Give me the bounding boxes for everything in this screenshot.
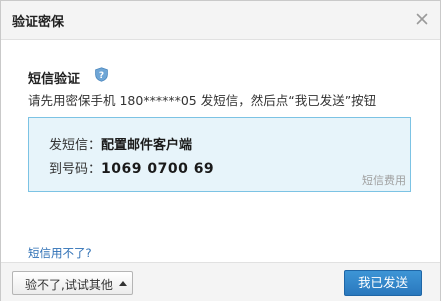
svg-text:?: ? xyxy=(99,71,104,81)
sms-content-value: 配置邮件客户端 xyxy=(101,138,193,153)
sms-number-value: 1069 0700 69 xyxy=(101,161,215,177)
sms-number-label: 到号码： xyxy=(49,162,102,177)
dialog-titlebar: 验证密保 xyxy=(1,1,440,40)
sms-info-box: 发短信：配置邮件客户端 到号码：1069 0700 69 短信费用 xyxy=(28,117,411,192)
sms-number-row: 到号码：1069 0700 69 xyxy=(49,158,214,177)
sms-content-row: 发短信：配置邮件客户端 xyxy=(49,134,192,153)
sms-verification-title: 短信验证 xyxy=(28,72,81,87)
question-shield-icon[interactable]: ? xyxy=(94,67,109,82)
sms-unavailable-link[interactable]: 短信用不了? xyxy=(28,245,92,261)
dialog-footer: 验不了,试试其他 我已发送 xyxy=(1,262,440,301)
sent-button[interactable]: 我已发送 xyxy=(344,270,422,296)
other-methods-button[interactable]: 验不了,试试其他 xyxy=(12,271,133,295)
instruction-text: 请先用密保手机 180******05 发短信，然后点“我已发送”按钮 xyxy=(28,93,377,108)
close-icon[interactable] xyxy=(413,10,431,28)
sms-fee-note: 短信费用 xyxy=(362,174,406,187)
dialog-title: 验证密保 xyxy=(12,15,65,30)
sms-content-label: 发短信： xyxy=(49,138,102,153)
other-methods-label: 验不了,试试其他 xyxy=(25,278,113,292)
caret-up-icon xyxy=(119,281,127,286)
verify-dialog: 验证密保 短信验证 ? 请先用密保手机 180******05 发短信，然后点“… xyxy=(0,0,441,301)
